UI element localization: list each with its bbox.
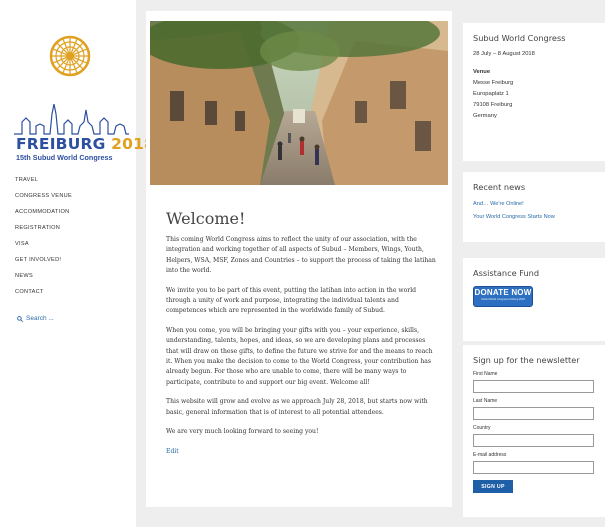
first-name-label: First Name: [473, 371, 498, 377]
first-name-field[interactable]: [473, 380, 594, 393]
logo-city: FREIBURG: [16, 135, 106, 153]
paragraph: We invite you to be part of this event, …: [166, 286, 417, 315]
freiburg-skyline-icon: [14, 104, 129, 135]
nav-item-news[interactable]: NEWS: [15, 272, 72, 288]
welcome-text: This coming World Congress aims to refle…: [166, 235, 438, 466]
logo-subtitle: 15th Subud World Congress: [16, 153, 113, 162]
logo-title: FREIBURG 2018: [16, 135, 155, 153]
paragraph: This coming World Congress aims to refle…: [166, 236, 436, 275]
paragraph: We are very much looking forward to seei…: [166, 428, 319, 436]
newsletter-card-title: Sign up for the newsletter: [473, 355, 580, 365]
search-link[interactable]: Search ...: [17, 315, 54, 322]
paragraph: When you come, you will be bringing your…: [166, 326, 433, 386]
main-nav: TRAVEL CONGRESS VENUE ACCOMMODATION REGI…: [15, 176, 72, 304]
main-content: Welcome! This coming World Congress aims…: [146, 11, 452, 507]
donate-sublabel: Subud World Congress Freiburg 2018: [481, 298, 525, 301]
venue-line: Messe Freiburg: [473, 80, 514, 86]
hero-street-photo: [150, 21, 448, 185]
donate-label: DONATE NOW: [474, 288, 532, 297]
page-title: Welcome!: [166, 209, 246, 228]
event-card-title: Subud World Congress: [473, 33, 566, 43]
nav-item-get-involved[interactable]: GET INVOLVED!: [15, 256, 72, 272]
nav-item-visa[interactable]: VISA: [15, 240, 72, 256]
email-field[interactable]: [473, 461, 594, 474]
signup-button[interactable]: SIGN UP: [473, 480, 513, 493]
event-info-card: Subud World Congress 28 July – 8 August …: [463, 23, 605, 161]
recent-news-card: Recent news And… We're Online! Your Worl…: [463, 172, 605, 242]
news-link[interactable]: And… We're Online!: [473, 198, 595, 211]
paragraph: This website will grow and evolve as we …: [166, 398, 428, 416]
search-icon: [17, 315, 23, 322]
donate-button[interactable]: DONATE NOW Subud World Congress Freiburg…: [473, 286, 533, 307]
nav-item-travel[interactable]: TRAVEL: [15, 176, 72, 192]
country-label: Country: [473, 425, 491, 431]
nav-item-contact[interactable]: CONTACT: [15, 288, 72, 304]
last-name-label: Last Name: [473, 398, 498, 404]
venue-line: Germany: [473, 113, 497, 119]
left-sidebar: FREIBURG 2018 15th Subud World Congress …: [0, 0, 155, 527]
subud-symbol-icon: [49, 35, 91, 77]
venue-line: Europaplatz 1: [473, 91, 509, 97]
nav-item-congress-venue[interactable]: CONGRESS VENUE: [15, 192, 72, 208]
news-link[interactable]: Your World Congress Starts Now: [473, 211, 595, 224]
edit-link[interactable]: Edit: [166, 448, 179, 455]
nav-item-accommodation[interactable]: ACCOMMODATION: [15, 208, 72, 224]
news-card-title: Recent news: [473, 182, 526, 192]
venue-line: 79108 Freiburg: [473, 102, 513, 108]
newsletter-card: Sign up for the newsletter First Name La…: [463, 345, 605, 517]
search-label: Search ...: [26, 315, 54, 322]
email-label: E-mail address: [473, 452, 507, 458]
venue-heading: Venue: [473, 69, 491, 75]
last-name-field[interactable]: [473, 407, 594, 420]
country-field[interactable]: [473, 434, 594, 447]
event-dates: 28 July – 8 August 2018: [473, 51, 535, 57]
assistance-card-title: Assistance Fund: [473, 268, 540, 278]
nav-item-registration[interactable]: REGISTRATION: [15, 224, 72, 240]
assistance-fund-card: Assistance Fund DONATE NOW Subud World C…: [463, 258, 605, 341]
